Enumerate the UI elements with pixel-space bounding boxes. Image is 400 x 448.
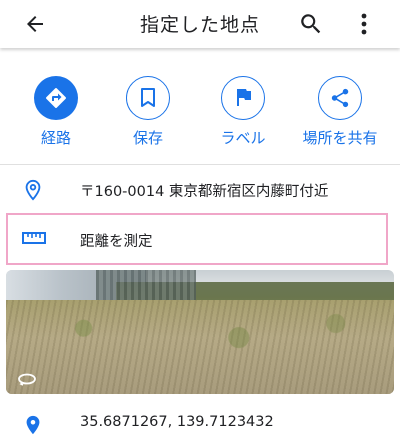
share-label: 場所を共有: [302, 129, 378, 147]
measure-distance-row[interactable]: 距離を測定: [6, 213, 388, 265]
divider: [0, 164, 400, 165]
directions-icon: [46, 88, 66, 108]
measure-distance-label: 距離を測定: [80, 234, 153, 250]
directions-circle: [34, 76, 78, 120]
bookmark-icon: [141, 88, 155, 107]
coordinates-text: 35.6871267, 139.7123432: [80, 414, 274, 430]
directions-label: 経路: [40, 129, 71, 147]
share-circle: [318, 76, 362, 120]
app-bar: 指定した地点: [0, 0, 400, 48]
label-label: ラベル: [220, 129, 266, 147]
search-icon[interactable]: [298, 11, 324, 37]
share-button[interactable]: 場所を共有: [295, 76, 385, 148]
save-circle: [126, 76, 170, 120]
label-circle: [221, 76, 265, 120]
ruler-icon: [22, 232, 46, 244]
page-title: 指定した地点: [139, 14, 260, 36]
save-button[interactable]: 保存: [103, 76, 193, 148]
photo-grass: [6, 300, 394, 394]
coordinates-row[interactable]: 35.6871267, 139.7123432: [0, 400, 400, 448]
flag-icon: [237, 89, 251, 106]
address-text: 〒160-0014 東京都新宿区内藤町付近: [80, 184, 329, 200]
directions-button[interactable]: 経路: [11, 76, 101, 148]
label-button[interactable]: ラベル: [198, 76, 288, 148]
location-pin-icon: [25, 179, 41, 201]
street-view-photo[interactable]: [6, 270, 394, 394]
action-buttons: 経路 保存 ラベル 場所を共有: [0, 76, 400, 156]
street-view-360-icon: [18, 373, 36, 386]
more-vert-icon[interactable]: [354, 11, 374, 37]
location-pin-filled-icon: [26, 415, 40, 435]
address-row[interactable]: 〒160-0014 東京都新宿区内藤町付近: [0, 166, 400, 214]
save-label: 保存: [132, 129, 163, 147]
share-icon: [331, 88, 349, 108]
